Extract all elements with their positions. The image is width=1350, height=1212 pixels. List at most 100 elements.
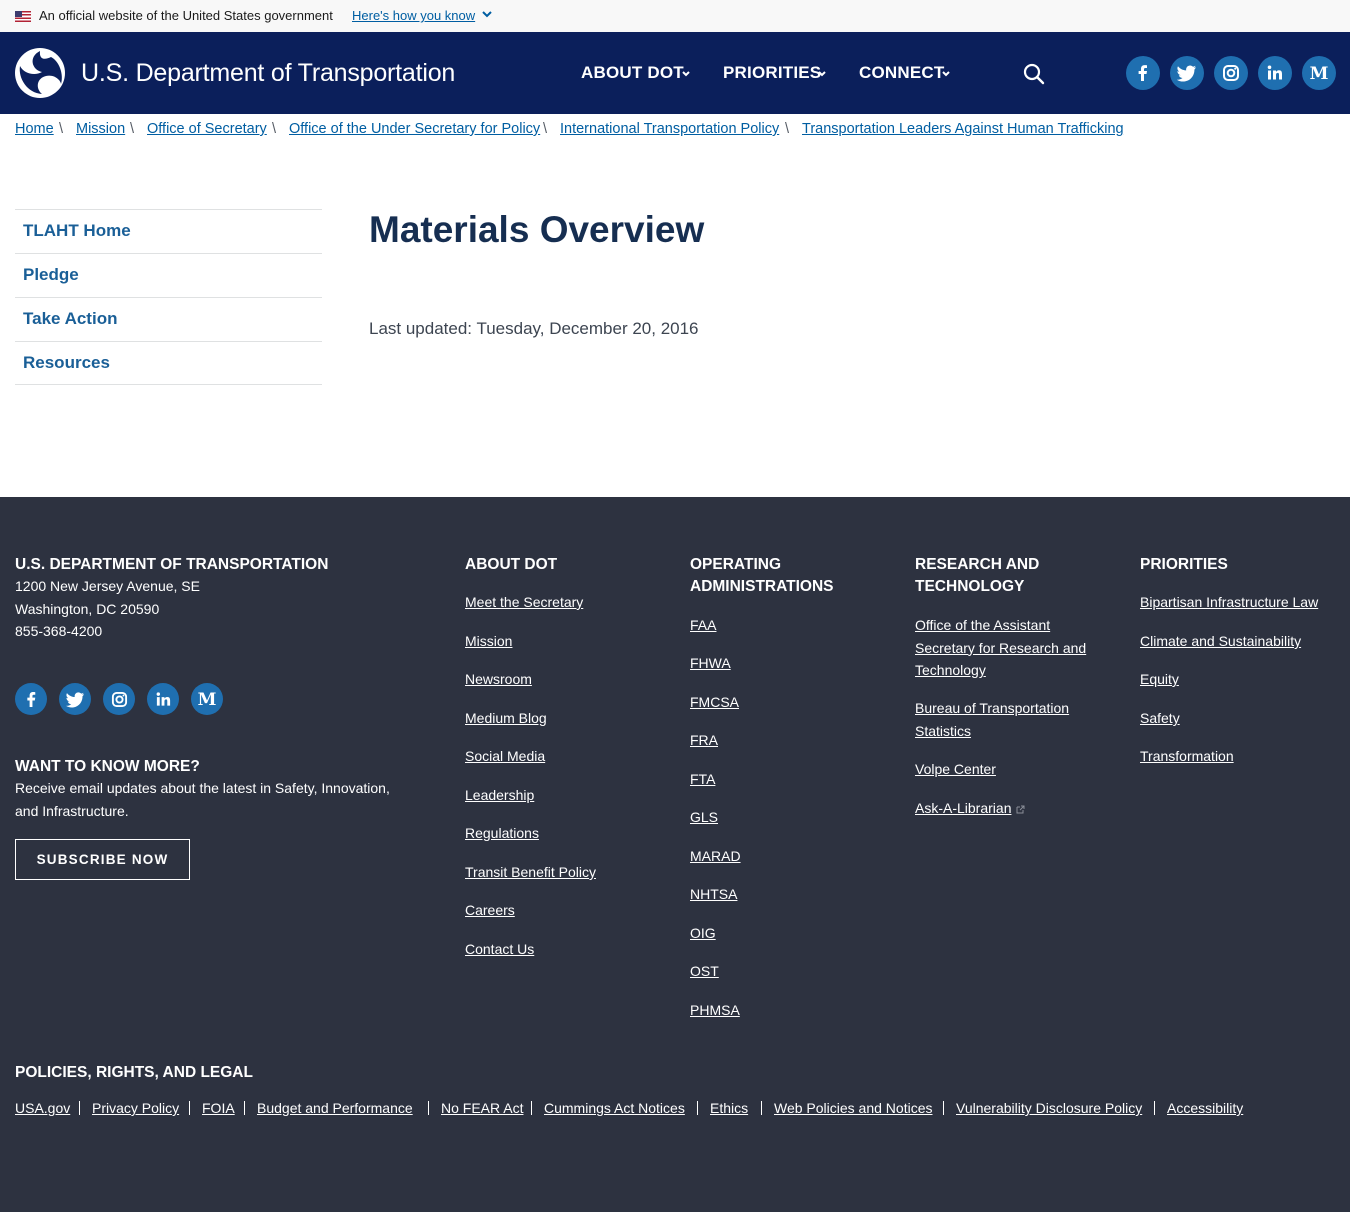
legal-divider — [943, 1101, 944, 1115]
sidenav-item-take-action[interactable]: Take Action — [15, 297, 322, 341]
footer-link-fhwa[interactable]: FHWA — [690, 652, 731, 675]
footer-link-oig[interactable]: OIG — [690, 922, 716, 945]
legal-link-ethics[interactable]: Ethics — [710, 1097, 748, 1119]
footer-phone: 855-368-4200 — [15, 623, 103, 639]
breadcrumb-separator: \ — [272, 121, 277, 137]
footer-link-phmsa[interactable]: PHMSA — [690, 999, 740, 1022]
breadcrumb-office-of-secretary[interactable]: Office of Secretary — [147, 119, 267, 139]
linkedin-icon[interactable] — [147, 683, 179, 715]
footer-operating-heading-line2: ADMINISTRATIONS — [690, 578, 834, 595]
site-header: U.S. Department of Transportation ABOUT … — [0, 32, 1350, 114]
linkedin-icon[interactable] — [1258, 56, 1292, 90]
breadcrumb-tlaht[interactable]: Transportation Leaders Against Human Tra… — [802, 119, 1124, 139]
footer-link-medium-blog[interactable]: Medium Blog — [465, 707, 547, 730]
medium-icon[interactable]: M — [1302, 56, 1336, 90]
footer-research-heading-line2: TECHNOLOGY — [915, 578, 1025, 595]
footer-newsletter-text-line1: Receive email updates about the latest i… — [15, 780, 390, 796]
footer-link-equity[interactable]: Equity — [1140, 668, 1179, 691]
footer-link-volpe-center[interactable]: Volpe Center — [915, 758, 996, 781]
footer-newsletter-text-line2: and Infrastructure. — [15, 803, 129, 819]
legal-link-accessibility[interactable]: Accessibility — [1167, 1097, 1243, 1119]
sidenav-item-label[interactable]: Take Action — [23, 308, 117, 330]
legal-divider — [189, 1101, 190, 1115]
sidenav-item-label[interactable]: TLAHT Home — [23, 220, 131, 242]
official-gov-banner: An official website of the United States… — [0, 0, 1350, 32]
nav-connect[interactable]: CONNECT — [859, 62, 944, 84]
facebook-icon[interactable] — [15, 683, 47, 715]
nav-priorities[interactable]: PRIORITIES — [723, 62, 821, 84]
footer-link-fta[interactable]: FTA — [690, 768, 715, 791]
footer-link-ost[interactable]: OST — [690, 960, 719, 983]
footer-link-mission[interactable]: Mission — [465, 630, 512, 653]
legal-divider — [244, 1101, 245, 1115]
footer-link-safety[interactable]: Safety — [1140, 707, 1180, 730]
legal-link-privacy-policy[interactable]: Privacy Policy — [92, 1097, 179, 1119]
site-title-link[interactable]: U.S. Department of Transportation — [81, 58, 455, 88]
legal-divider — [1154, 1101, 1155, 1115]
footer-link-contact-us[interactable]: Contact Us — [465, 938, 534, 961]
sidenav-item-resources[interactable]: Resources — [15, 341, 322, 385]
footer-link-climate-sustainability[interactable]: Climate and Sustainability — [1140, 630, 1301, 653]
nav-about-dot[interactable]: ABOUT DOT — [581, 62, 684, 84]
search-icon[interactable] — [1022, 62, 1046, 86]
twitter-icon[interactable] — [59, 683, 91, 715]
footer-priorities-heading: PRIORITIES — [1140, 556, 1228, 573]
sidenav-item-pledge[interactable]: Pledge — [15, 253, 322, 297]
breadcrumb-separator: \ — [59, 121, 64, 137]
medium-icon[interactable]: M — [191, 683, 223, 715]
footer-link-meet-the-secretary[interactable]: Meet the Secretary — [465, 591, 583, 614]
footer-link-transit-benefit-policy[interactable]: Transit Benefit Policy — [465, 861, 596, 884]
footer-link-gls[interactable]: GLS — [690, 806, 718, 829]
twitter-icon[interactable] — [1170, 56, 1204, 90]
heres-how-you-know-link[interactable]: Here's how you know — [352, 8, 475, 24]
legal-link-web-policies[interactable]: Web Policies and Notices — [774, 1097, 932, 1119]
legal-link-cummings-act[interactable]: Cummings Act Notices — [544, 1097, 685, 1119]
footer-link-faa[interactable]: FAA — [690, 614, 716, 637]
footer-link-leadership[interactable]: Leadership — [465, 784, 534, 807]
footer-link-transformation[interactable]: Transformation — [1140, 745, 1234, 768]
breadcrumb-international-transportation-policy[interactable]: International Transportation Policy — [560, 119, 779, 139]
legal-link-foia[interactable]: FOIA — [202, 1097, 235, 1119]
footer-link-ost-research[interactable]: Office of the Assistant Secretary for Re… — [915, 614, 1095, 682]
legal-link-usa-gov[interactable]: USA.gov — [15, 1097, 70, 1119]
chevron-down-icon[interactable] — [481, 7, 493, 21]
footer-link-regulations[interactable]: Regulations — [465, 822, 539, 845]
subscribe-now-button[interactable]: SUBSCRIBE NOW — [15, 839, 190, 880]
sidenav-item-tlaht-home[interactable]: TLAHT Home — [15, 209, 322, 253]
instagram-icon[interactable] — [1214, 56, 1248, 90]
footer-link-nhtsa[interactable]: NHTSA — [690, 883, 737, 906]
breadcrumb-home[interactable]: Home — [15, 119, 54, 139]
legal-divider — [697, 1101, 698, 1115]
breadcrumb-under-secretary-policy[interactable]: Office of the Under Secretary for Policy — [289, 119, 540, 139]
last-updated-text: Last updated: Tuesday, December 20, 2016 — [369, 319, 699, 338]
chevron-down-icon — [682, 71, 690, 77]
footer-link-bts[interactable]: Bureau of Transportation Statistics — [915, 697, 1095, 742]
site-footer: U.S. DEPARTMENT OF TRANSPORTATION 1200 N… — [0, 497, 1350, 1212]
footer-link-ask-a-librarian[interactable]: Ask-A-Librarian — [915, 797, 1025, 820]
legal-link-budget-performance[interactable]: Budget and Performance — [257, 1097, 413, 1119]
footer-link-bipartisan-infrastructure-law[interactable]: Bipartisan Infrastructure Law — [1140, 591, 1318, 614]
legal-link-vulnerability-disclosure[interactable]: Vulnerability Disclosure Policy — [956, 1097, 1142, 1119]
footer-link-social-media[interactable]: Social Media — [465, 745, 545, 768]
footer-link-fmcsa[interactable]: FMCSA — [690, 691, 739, 714]
footer-link-careers[interactable]: Careers — [465, 899, 515, 922]
instagram-icon[interactable] — [103, 683, 135, 715]
footer-operating-heading-line1: OPERATING — [690, 556, 781, 573]
breadcrumb-mission[interactable]: Mission — [76, 119, 125, 139]
legal-divider — [761, 1101, 762, 1115]
footer-research-heading-line1: RESEARCH AND — [915, 556, 1040, 573]
footer-legal-heading: POLICIES, RIGHTS, AND LEGAL — [15, 1064, 253, 1081]
dot-logo-icon[interactable] — [15, 48, 65, 98]
footer-link-newsroom[interactable]: Newsroom — [465, 668, 532, 691]
footer-link-ask-a-librarian-label[interactable]: Ask-A-Librarian — [915, 800, 1011, 816]
gov-banner-text: An official website of the United States… — [39, 8, 333, 23]
footer-link-marad[interactable]: MARAD — [690, 845, 741, 868]
footer-link-fra[interactable]: FRA — [690, 729, 718, 752]
breadcrumb-separator: \ — [130, 121, 135, 137]
side-navigation: TLAHT Home Pledge Take Action Resources — [15, 209, 322, 385]
facebook-icon[interactable] — [1126, 56, 1160, 90]
footer-about-heading: ABOUT DOT — [465, 556, 558, 573]
legal-link-no-fear-act[interactable]: No FEAR Act — [441, 1097, 523, 1119]
sidenav-item-label[interactable]: Pledge — [23, 264, 79, 286]
sidenav-item-label[interactable]: Resources — [23, 352, 110, 374]
